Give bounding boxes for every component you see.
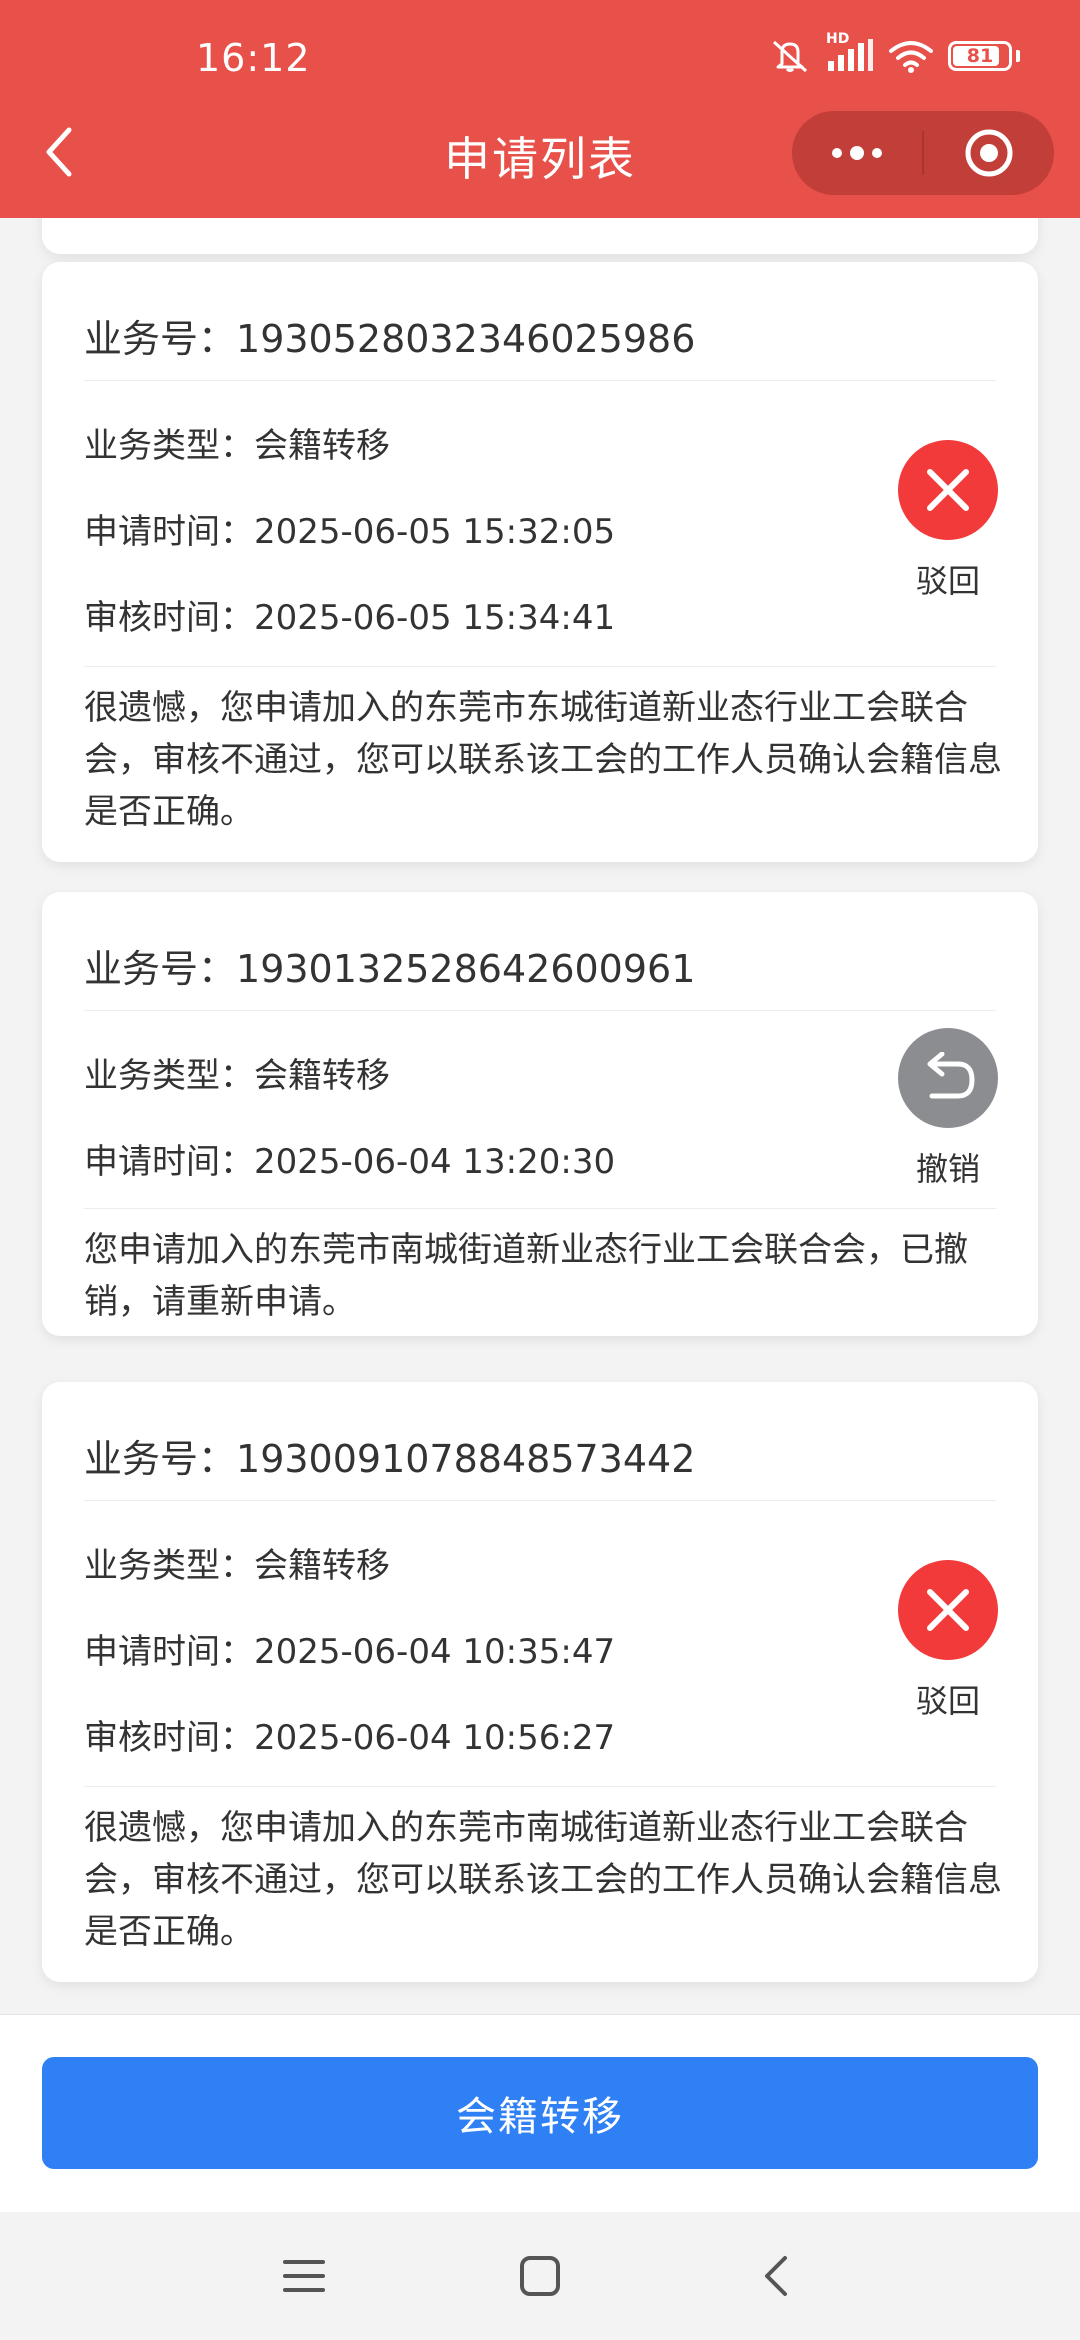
battery-level: 81 <box>966 45 994 67</box>
chevron-left-icon <box>765 2256 787 2296</box>
business-number: 业务号：1930132528642600961 <box>84 938 695 993</box>
review-time-value: 2025-06-05 15:34:41 <box>254 598 616 638</box>
undo-arrow-icon <box>898 1028 998 1128</box>
more-button[interactable] <box>792 111 922 195</box>
apply-time-label: 申请时间： <box>84 512 254 552</box>
status-message: 很遗憾，您申请加入的东莞市东城街道新业态行业工会联合会，审核不通过，您可以联系该… <box>84 688 1002 832</box>
business-type-value: 会籍转移 <box>254 1546 390 1586</box>
divider <box>84 1786 996 1787</box>
status-icons: HD 81 <box>768 31 1020 74</box>
business-type: 业务类型：会籍转移 <box>84 1048 390 1097</box>
status-label: 驳回 <box>915 562 980 600</box>
status-time: 16:12 <box>196 36 311 80</box>
divider <box>84 666 996 667</box>
business-number-label: 业务号： <box>84 317 237 361</box>
business-type-label: 业务类型： <box>84 1056 254 1096</box>
application-list[interactable]: 业务号：1930528032346025986 业务类型：会籍转移 申请时间：2… <box>0 218 1080 2014</box>
divider <box>84 1500 996 1501</box>
divider <box>84 380 996 381</box>
bottom-action-bar: 会籍转移 <box>0 2014 1080 2213</box>
status-label: 驳回 <box>915 1682 980 1720</box>
membership-transfer-button[interactable]: 会籍转移 <box>42 2057 1038 2169</box>
review-time-label: 审核时间： <box>84 1718 254 1758</box>
business-number-value: 1930528032346025986 <box>236 317 696 361</box>
apply-time-value: 2025-06-04 13:20:30 <box>254 1142 616 1182</box>
business-number-value: 1930091078848573442 <box>236 1437 696 1481</box>
apply-time: 申请时间：2025-06-05 15:32:05 <box>84 504 615 553</box>
apply-time-value: 2025-06-04 10:35:47 <box>254 1632 616 1672</box>
business-type: 业务类型：会籍转移 <box>84 1538 390 1587</box>
review-time-value: 2025-06-04 10:56:27 <box>254 1718 616 1758</box>
application-card[interactable]: 业务号：1930091078848573442 业务类型：会籍转移 申请时间：2… <box>42 1382 1038 1982</box>
target-circle-icon <box>965 129 1013 177</box>
close-x-icon <box>898 1560 998 1660</box>
mini-program-capsule <box>792 111 1054 195</box>
battery-icon: 81 <box>948 41 1012 71</box>
business-number: 业务号：1930528032346025986 <box>84 308 695 363</box>
business-type-label: 业务类型： <box>84 1546 254 1586</box>
review-time: 审核时间：2025-06-05 15:34:41 <box>84 590 615 639</box>
status-badge: 驳回 <box>898 1560 998 1722</box>
mute-icon <box>768 38 812 74</box>
business-number-value: 1930132528642600961 <box>236 947 696 991</box>
application-card[interactable]: 业务号：1930132528642600961 业务类型：会籍转移 申请时间：2… <box>42 892 1038 1336</box>
business-type-label: 业务类型： <box>84 426 254 466</box>
status-message: 您申请加入的东莞市南城街道新业态行业工会联合会，已撤销，请重新申请。 <box>84 1230 968 1322</box>
menu-lines-icon <box>283 2260 325 2292</box>
apply-time: 申请时间：2025-06-04 13:20:30 <box>84 1134 615 1183</box>
application-card[interactable]: 业务号：1930528032346025986 业务类型：会籍转移 申请时间：2… <box>42 262 1038 862</box>
business-type-value: 会籍转移 <box>254 1056 390 1096</box>
app-header: 16:12 HD 81 申请列表 <box>0 0 1080 218</box>
close-x-icon <box>898 440 998 540</box>
business-number: 业务号：1930091078848573442 <box>84 1428 695 1483</box>
system-navigation-bar <box>0 2212 1080 2340</box>
apply-time-label: 申请时间： <box>84 1632 254 1672</box>
apply-time-value: 2025-06-05 15:32:05 <box>254 512 616 552</box>
business-number-label: 业务号： <box>84 947 237 991</box>
apply-time: 申请时间：2025-06-04 10:35:47 <box>84 1624 615 1673</box>
apply-time-label: 申请时间： <box>84 1142 254 1182</box>
status-label: 撤销 <box>915 1150 980 1188</box>
home-button[interactable] <box>510 2250 570 2302</box>
business-type-value: 会籍转移 <box>254 426 390 466</box>
signal-icon: HD <box>826 31 874 73</box>
divider <box>84 1208 996 1209</box>
business-type: 业务类型：会籍转移 <box>84 418 390 467</box>
status-message: 很遗憾，您申请加入的东莞市南城街道新业态行业工会联合会，审核不通过，您可以联系该… <box>84 1808 1002 1952</box>
business-number-label: 业务号： <box>84 1437 237 1481</box>
close-mini-program-button[interactable] <box>924 111 1054 195</box>
more-dots-icon <box>832 146 882 160</box>
status-badge: 撤销 <box>898 1028 998 1190</box>
wifi-icon <box>888 39 934 73</box>
review-time: 审核时间：2025-06-04 10:56:27 <box>84 1710 615 1759</box>
hd-label: HD <box>826 31 850 47</box>
home-square-icon <box>520 2256 560 2296</box>
application-card-partial <box>42 218 1038 254</box>
divider <box>84 1010 996 1011</box>
menu-button[interactable] <box>274 2250 334 2302</box>
status-badge: 驳回 <box>898 440 998 602</box>
review-time-label: 审核时间： <box>84 598 254 638</box>
system-back-button[interactable] <box>746 2250 806 2302</box>
